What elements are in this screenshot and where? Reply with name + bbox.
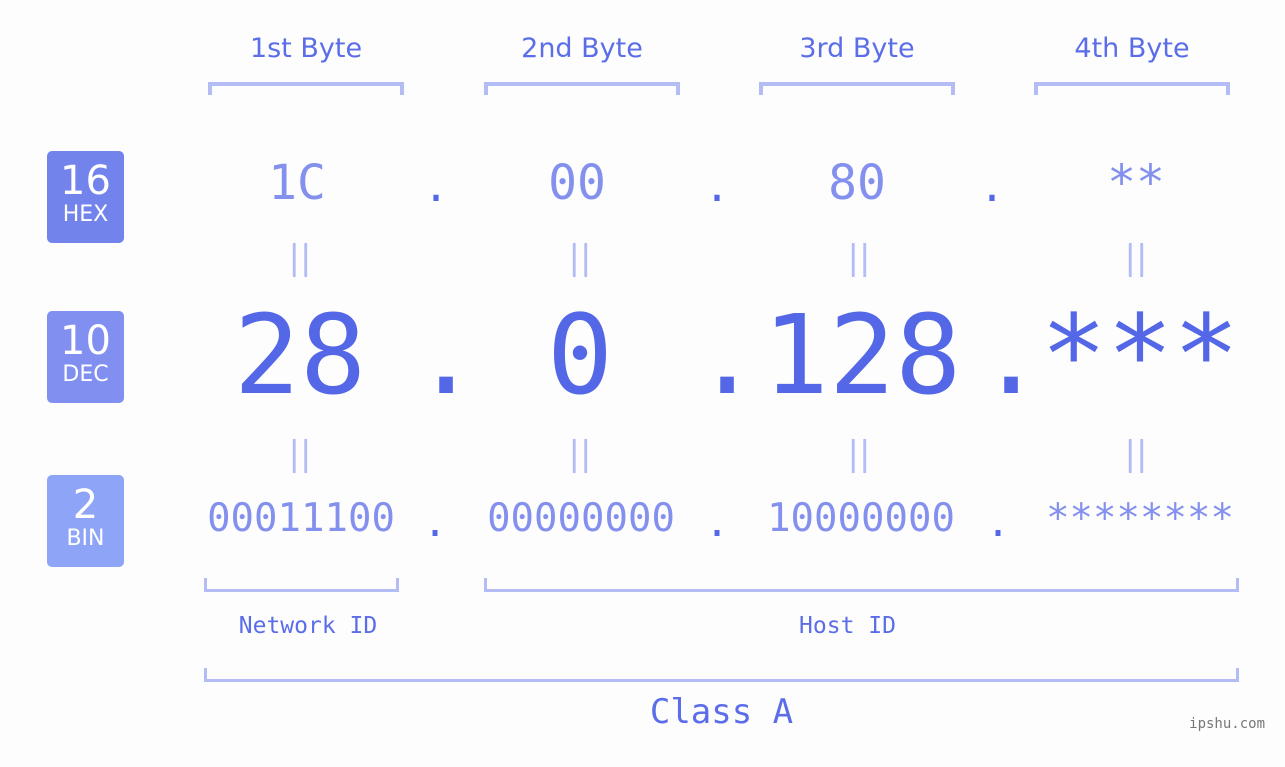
- network-id-bracket: [204, 578, 399, 592]
- bin-value-3: 10000000: [767, 496, 955, 541]
- equals-sign: ||: [568, 238, 592, 278]
- equals-sign: ||: [847, 434, 871, 474]
- bin-value-2: 00000000: [487, 496, 675, 541]
- hex-separator-3: .: [979, 162, 1005, 211]
- equals-sign: ||: [568, 434, 592, 474]
- hex-value-3: 80: [828, 155, 886, 211]
- hex-value-2: 00: [548, 155, 606, 211]
- equals-sign: ||: [1124, 238, 1148, 278]
- dec-base-label: DEC: [62, 362, 109, 387]
- dec-value-1: 28: [233, 291, 367, 419]
- dec-value-3: 128: [762, 291, 962, 419]
- dec-separator-1: .: [413, 291, 480, 419]
- hex-separator-1: .: [423, 162, 449, 211]
- hex-badge: 16 HEX: [47, 151, 124, 243]
- hex-value-1: 1C: [268, 155, 326, 211]
- host-id-label: Host ID: [799, 613, 896, 639]
- byte-bracket-1: [208, 82, 404, 95]
- bin-badge: 2 BIN: [47, 475, 124, 567]
- byte-header-2: 2nd Byte: [521, 33, 643, 64]
- bin-separator-1: .: [422, 500, 448, 546]
- hex-base-number: 16: [60, 158, 111, 204]
- byte-bracket-3: [759, 82, 955, 95]
- class-label: Class A: [649, 692, 794, 732]
- byte-bracket-2: [484, 82, 680, 95]
- dec-badge: 10 DEC: [47, 311, 124, 403]
- equals-sign: ||: [1124, 434, 1148, 474]
- hex-separator-2: .: [704, 162, 730, 211]
- network-id-label: Network ID: [238, 613, 378, 639]
- bin-value-1: 00011100: [207, 496, 395, 541]
- bin-base-number: 2: [72, 482, 99, 528]
- hex-base-label: HEX: [62, 202, 109, 227]
- host-id-bracket: [484, 578, 1239, 592]
- equals-sign: ||: [288, 238, 312, 278]
- dec-base-number: 10: [60, 318, 111, 364]
- dec-separator-2: .: [694, 291, 761, 419]
- watermark: ipshu.com: [1189, 716, 1265, 732]
- hex-value-4: **: [1107, 155, 1165, 211]
- bin-separator-3: .: [985, 500, 1011, 546]
- equals-sign: ||: [288, 434, 312, 474]
- bin-separator-2: .: [704, 500, 730, 546]
- dec-separator-3: .: [978, 291, 1045, 419]
- class-bracket: [204, 668, 1239, 682]
- dec-value-4: ***: [1040, 291, 1240, 419]
- byte-header-3: 3rd Byte: [799, 33, 915, 64]
- byte-bracket-4: [1034, 82, 1230, 95]
- bin-base-label: BIN: [66, 526, 105, 551]
- dec-value-2: 0: [546, 291, 614, 419]
- byte-header-4: 4th Byte: [1074, 33, 1190, 64]
- byte-header-1: 1st Byte: [249, 33, 363, 64]
- equals-sign: ||: [847, 238, 871, 278]
- bin-value-4: ********: [1046, 496, 1234, 541]
